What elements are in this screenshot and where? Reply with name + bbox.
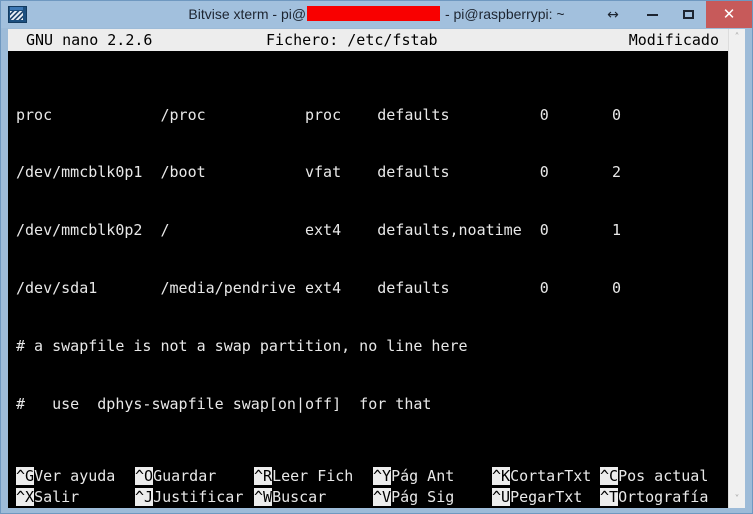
shortcut-search[interactable]: ^WBuscar	[254, 487, 327, 508]
shortcut-key: ^R	[254, 467, 273, 485]
nano-filename: Fichero: /etc/fstab	[266, 31, 438, 49]
close-button[interactable]: ✕	[706, 1, 752, 28]
minimize-icon	[646, 13, 658, 16]
text-line[interactable]: /dev/mmcblk0p1 /boot vfat defaults 0 2	[8, 163, 728, 182]
shortcut-label: Pág Ant	[391, 467, 455, 485]
shortcut-justify[interactable]: ^JJustificar	[135, 487, 244, 508]
text-line[interactable]: # use dphys-swapfile swap[on|off] for th…	[8, 395, 728, 414]
shortcut-label: PegarTxt	[510, 488, 583, 506]
nano-editor[interactable]: GNU nano 2.2.6 Fichero: /etc/fstab Modif…	[8, 29, 728, 508]
minimize-button[interactable]	[634, 1, 670, 28]
shortcut-key: ^T	[600, 488, 619, 506]
shortcut-row-2: ^XSalir ^JJustificar ^WBuscar ^VPág Sig …	[8, 487, 728, 508]
shortcut-label: Pos actual	[618, 467, 709, 485]
shortcut-key: ^G	[16, 467, 35, 485]
shortcut-label: Buscar	[272, 488, 327, 506]
shortcut-key: ^C	[600, 467, 619, 485]
shortcut-label: Salir	[34, 488, 80, 506]
shortcut-key: ^J	[135, 488, 154, 506]
scroll-down-arrow-icon[interactable]: ˅	[729, 491, 745, 508]
shortcut-key: ^U	[492, 488, 511, 506]
terminal-app-icon[interactable]	[8, 6, 27, 23]
maximize-icon	[682, 10, 694, 19]
shortcut-label: Ortografía	[618, 488, 709, 506]
shortcut-key: ^O	[135, 467, 154, 485]
shortcut-label: Justificar	[153, 488, 244, 506]
text-line[interactable]: /dev/sda1 /media/pendrive ext4 defaults …	[8, 279, 728, 298]
shortcut-label: CortarTxt	[510, 467, 592, 485]
vertical-scrollbar[interactable]: ˄ ˅	[728, 29, 745, 508]
shortcut-cut-text[interactable]: ^KCortarTxt	[492, 466, 592, 487]
text-line[interactable]: # a swapfile is not a swap partition, no…	[8, 337, 728, 356]
shortcut-cur-pos[interactable]: ^CPos actual	[600, 466, 709, 487]
shortcut-row-1: ^GVer ayuda ^OGuardar ^RLeer Fich ^YPág …	[8, 466, 728, 487]
nano-text-area[interactable]: proc /proc proc defaults 0 0 /dev/mmcblk…	[8, 67, 728, 453]
title-bar[interactable]: Bitvise xterm - pi@ - pi@raspberrypi: ~ …	[1, 1, 752, 28]
shortcut-label: Pág Sig	[391, 488, 455, 506]
shortcut-key: ^X	[16, 488, 35, 506]
window-title-prefix: Bitvise xterm - pi@	[188, 6, 307, 22]
nano-shortcut-bar: ^GVer ayuda ^OGuardar ^RLeer Fich ^YPág …	[8, 466, 728, 508]
shortcut-key: ^V	[373, 488, 392, 506]
application-window: Bitvise xterm - pi@ - pi@raspberrypi: ~ …	[0, 0, 753, 514]
maximize-button[interactable]	[670, 1, 706, 28]
shortcut-prev-page[interactable]: ^YPág Ant	[373, 466, 455, 487]
shortcut-label: Leer Fich	[272, 467, 354, 485]
shortcut-next-page[interactable]: ^VPág Sig	[373, 487, 455, 508]
window-title-suffix: - pi@raspberrypi: ~	[441, 6, 565, 22]
nano-modified-status: Modificado	[628, 31, 719, 49]
shortcut-label: Guardar	[153, 467, 217, 485]
shortcut-key: ^Y	[373, 467, 392, 485]
shortcut-label: Ver ayuda	[34, 467, 116, 485]
shortcut-save[interactable]: ^OGuardar	[135, 466, 217, 487]
shortcut-paste-text[interactable]: ^UPegarTxt	[492, 487, 583, 508]
shortcut-read-file[interactable]: ^RLeer Fich	[254, 466, 354, 487]
text-line[interactable]: /dev/mmcblk0p2 / ext4 defaults,noatime 0…	[8, 221, 728, 240]
shortcut-exit[interactable]: ^XSalir	[16, 487, 80, 508]
resize-icon[interactable]: ↔	[592, 1, 634, 28]
nano-title-bar: GNU nano 2.2.6 Fichero: /etc/fstab Modif…	[8, 29, 728, 51]
shortcut-help[interactable]: ^GVer ayuda	[16, 466, 116, 487]
text-line[interactable]: proc /proc proc defaults 0 0	[8, 106, 728, 125]
window-controls: ↔ ✕	[592, 1, 752, 28]
redacted-hostname	[307, 6, 441, 21]
nano-version: GNU nano 2.2.6	[26, 31, 153, 49]
shortcut-key: ^W	[254, 488, 273, 506]
shortcut-spell-check[interactable]: ^TOrtografía	[600, 487, 709, 508]
scroll-up-arrow-icon[interactable]: ˄	[729, 29, 745, 46]
shortcut-key: ^K	[492, 467, 511, 485]
terminal-frame: GNU nano 2.2.6 Fichero: /etc/fstab Modif…	[8, 29, 745, 508]
